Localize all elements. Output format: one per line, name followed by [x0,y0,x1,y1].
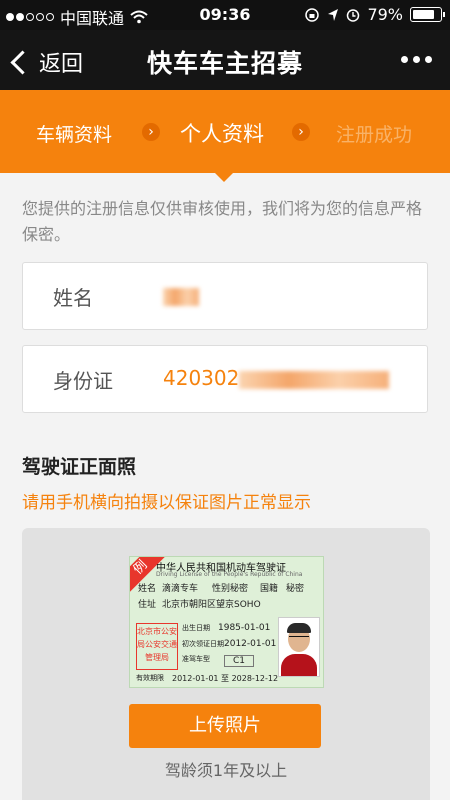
license-issue: 2012-01-01 [224,639,277,649]
license-birth: 1985-01-01 [218,623,271,633]
license-valid: 2012-01-01 至 2028-12-12 [172,674,279,683]
license-class-label: 准驾车型 [182,655,210,663]
registration-steps: 车辆资料 › 个人资料 › 注册成功 [0,90,450,173]
driving-experience-requirement: 驾龄须1年及以上 [164,761,288,780]
license-valid-label: 有效期限 [136,674,164,682]
page-title: 快车车主招募 [146,49,303,78]
license-upload-area[interactable]: 例 中华人民共和国机动车驾驶证 Driving License of the P… [22,528,430,800]
license-nationality-label: 国籍 [260,584,279,594]
active-step-indicator [215,173,233,182]
nav-bar: 返回 快车车主招募 [0,30,450,90]
battery-icon [410,7,445,22]
step-vehicle-info: 车辆资料 [36,124,113,146]
license-photo [278,617,320,677]
license-heading-en: Driving License of the People's Republic… [156,571,303,578]
step-personal-info: 个人资料 [180,122,264,146]
status-bar: 中国联通 09:36 79% [0,0,450,30]
issuing-stamp: 北京市公安局公安交通管理局 [136,623,178,670]
license-issue-label: 初次领证日期 [182,640,224,648]
name-value [163,283,199,307]
id-label: 身份证 [53,369,113,393]
license-address: 北京市朝阳区望京SOHO [162,600,261,610]
name-field[interactable]: 姓名 [22,262,428,330]
location-icon [328,8,339,21]
rotation-lock-icon [305,7,320,22]
id-value: 420302 [163,366,390,390]
battery-percent: 79% [367,5,403,24]
name-label: 姓名 [53,286,93,310]
license-sex: 秘密 [230,584,249,594]
license-address-label: 住址 [138,600,157,610]
license-section-title: 驾驶证正面照 [22,456,137,478]
license-name: 滴滴专车 [162,584,199,594]
more-button[interactable] [401,56,432,63]
alarm-icon [347,8,360,22]
license-name-label: 姓名 [138,584,157,594]
license-nationality: 秘密 [286,584,305,594]
license-sex-label: 性别 [212,584,231,594]
step-registration-success: 注册成功 [336,124,413,146]
step-arrow-icon: › [142,123,160,141]
license-photo-tip: 请用手机横向拍摄以保证图片正常显示 [22,493,311,513]
license-birth-label: 出生日期 [182,624,210,632]
privacy-notice: 您提供的注册信息仅供审核使用，我们将为您的信息严格保密。 [22,199,423,244]
id-number-field[interactable]: 身份证 420302 [22,345,428,413]
sample-license-image: 例 中华人民共和国机动车驾驶证 Driving License of the P… [129,556,324,688]
upload-photo-button[interactable]: 上传照片 [129,704,321,748]
step-arrow-icon: › [292,123,310,141]
license-class: C1 [224,655,255,667]
